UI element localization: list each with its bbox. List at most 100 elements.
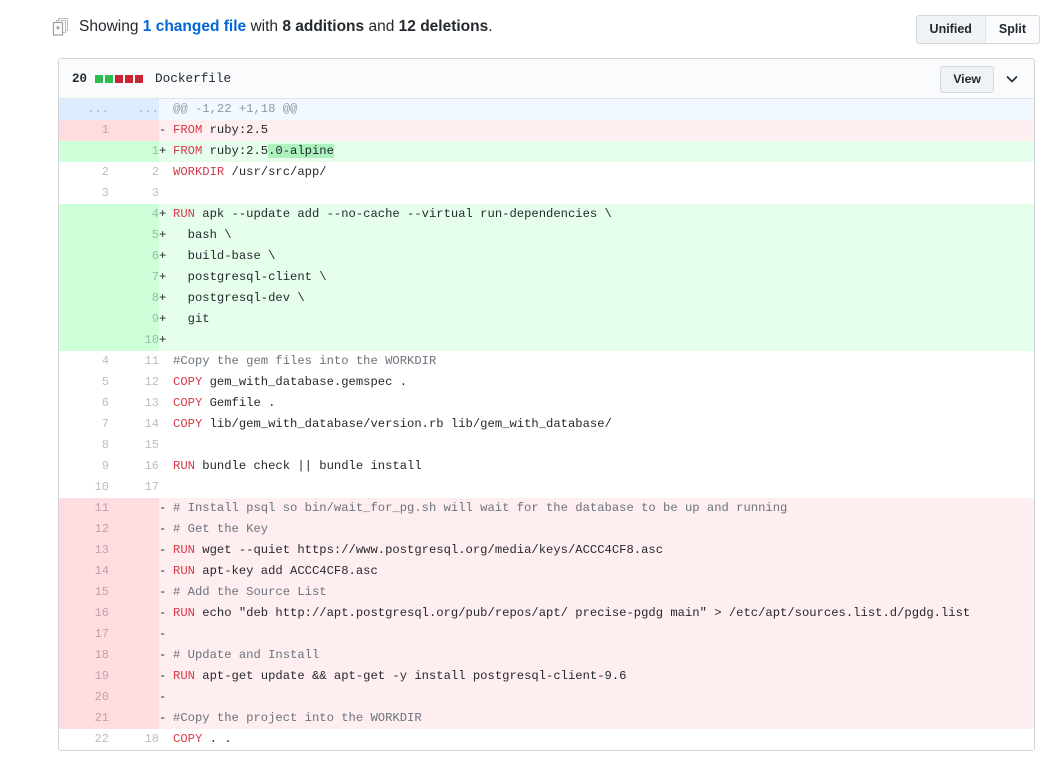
diff-line-number-old[interactable]: 21 [59, 708, 109, 729]
diff-line-content[interactable]: - RUN apt-get update && apt-get -y instal… [159, 666, 1034, 687]
diff-line-number-new[interactable]: 18 [109, 729, 159, 750]
diff-line-number-old[interactable] [59, 309, 109, 330]
diff-line-number-new[interactable]: 2 [109, 162, 159, 183]
diff-line-number-old[interactable]: 16 [59, 603, 109, 624]
diff-line-content[interactable]: - #Copy the project into the WORKDIR [159, 708, 1034, 729]
diff-line-number-old[interactable] [59, 225, 109, 246]
diff-view-mode-toggle[interactable]: Unified Split [915, 15, 1040, 44]
diff-line-number-old[interactable] [59, 204, 109, 225]
diff-line-content[interactable]: COPY gem_with_database.gemspec . [159, 372, 1034, 393]
diff-line-number-new[interactable] [109, 120, 159, 141]
diff-line-number-new[interactable]: 5 [109, 225, 159, 246]
diff-line-content[interactable]: + bash \ [159, 225, 1034, 246]
diff-line-number-new[interactable]: 17 [109, 477, 159, 498]
diff-line-number-old[interactable]: 12 [59, 519, 109, 540]
diff-line-number-new[interactable] [109, 498, 159, 519]
diff-line-content[interactable]: - # Get the Key [159, 519, 1034, 540]
diff-line-number-old[interactable]: 18 [59, 645, 109, 666]
diff-line-number-old[interactable]: 14 [59, 561, 109, 582]
diff-line-number-new[interactable]: 6 [109, 246, 159, 267]
diff-line-number-old[interactable] [59, 330, 109, 351]
diff-line-number-new[interactable]: 14 [109, 414, 159, 435]
diff-line-number-old[interactable]: 22 [59, 729, 109, 750]
diff-line-content[interactable] [159, 183, 1034, 204]
diff-line-content[interactable]: + postgresql-client \ [159, 267, 1034, 288]
diff-line-number-old[interactable]: 13 [59, 540, 109, 561]
diff-line-number-new[interactable]: 4 [109, 204, 159, 225]
diff-line-content[interactable]: - RUN apt-key add ACCC4CF8.asc [159, 561, 1034, 582]
diff-line-number-old[interactable]: 7 [59, 414, 109, 435]
view-mode-split-button[interactable]: Split [984, 16, 1039, 43]
file-path-label[interactable]: Dockerfile [155, 71, 231, 86]
diff-line-number-new[interactable]: 9 [109, 309, 159, 330]
diff-line-content[interactable]: - RUN wget --quiet https://www.postgresql… [159, 540, 1034, 561]
diff-line-content[interactable]: COPY lib/gem_with_database/version.rb li… [159, 414, 1034, 435]
diff-line-number-new[interactable]: 8 [109, 288, 159, 309]
diff-line-content[interactable] [159, 477, 1034, 498]
diff-line-content[interactable] [159, 435, 1034, 456]
diff-line-number-old[interactable]: 9 [59, 456, 109, 477]
diff-line-number-new[interactable] [109, 561, 159, 582]
diff-line-content[interactable]: + build-base \ [159, 246, 1034, 267]
diff-line-content[interactable]: - [159, 624, 1034, 645]
diff-line-number-old[interactable]: 6 [59, 393, 109, 414]
diff-line-number-old[interactable]: 20 [59, 687, 109, 708]
diff-line-number-new[interactable] [109, 603, 159, 624]
diff-line-number-new[interactable] [109, 582, 159, 603]
diff-line-number-new[interactable]: 3 [109, 183, 159, 204]
diff-line-content[interactable]: - FROM ruby:2.5 [159, 120, 1034, 141]
diff-line-number-old[interactable]: 3 [59, 183, 109, 204]
diff-line-content[interactable]: + FROM ruby:2.5.0-alpine [159, 141, 1034, 162]
diff-line-number-new[interactable] [109, 708, 159, 729]
diff-line-content[interactable]: + git [159, 309, 1034, 330]
diff-line-content[interactable]: - # Add the Source List [159, 582, 1034, 603]
diff-line-number-old[interactable]: 4 [59, 351, 109, 372]
diff-line-content[interactable]: - RUN echo "deb http://apt.postgresql.org… [159, 603, 1034, 624]
diff-line-number-old[interactable]: 10 [59, 477, 109, 498]
chevron-down-icon[interactable] [1000, 67, 1024, 91]
diff-line-number-new[interactable]: 15 [109, 435, 159, 456]
diff-line-number-new[interactable] [109, 666, 159, 687]
diff-line-content[interactable]: - [159, 687, 1034, 708]
diff-line-number-new[interactable]: 1 [109, 141, 159, 162]
diff-line-number-old[interactable]: 5 [59, 372, 109, 393]
view-file-button[interactable]: View [940, 65, 994, 93]
diff-line-content[interactable]: @@ -1,22 +1,18 @@ [159, 99, 1034, 120]
diff-line-number-new[interactable] [109, 519, 159, 540]
diff-line-number-old[interactable]: 1 [59, 120, 109, 141]
diff-line-number-old[interactable]: ... [59, 99, 109, 120]
diff-line-number-old[interactable] [59, 141, 109, 162]
diff-line-number-new[interactable]: 11 [109, 351, 159, 372]
diff-line-number-old[interactable]: 15 [59, 582, 109, 603]
diff-line-number-new[interactable]: 12 [109, 372, 159, 393]
diff-line-number-old[interactable]: 19 [59, 666, 109, 687]
diff-line-number-new[interactable]: 13 [109, 393, 159, 414]
diff-line-content[interactable]: COPY Gemfile . [159, 393, 1034, 414]
diff-line-number-new[interactable]: ... [109, 99, 159, 120]
diff-line-content[interactable]: WORKDIR /usr/src/app/ [159, 162, 1034, 183]
diff-line-number-new[interactable]: 16 [109, 456, 159, 477]
diff-line-number-old[interactable] [59, 246, 109, 267]
diff-line-number-new[interactable]: 7 [109, 267, 159, 288]
diff-line-number-old[interactable]: 2 [59, 162, 109, 183]
diff-line-number-new[interactable] [109, 624, 159, 645]
diff-line-number-new[interactable]: 10 [109, 330, 159, 351]
diff-line-content[interactable]: + RUN apk --update add --no-cache --virtu… [159, 204, 1034, 225]
diff-line-number-old[interactable]: 17 [59, 624, 109, 645]
diff-line-number-new[interactable] [109, 687, 159, 708]
view-mode-unified-button[interactable]: Unified [916, 16, 985, 43]
diff-line-number-old[interactable]: 11 [59, 498, 109, 519]
diff-line-content[interactable]: - # Install psql so bin/wait_for_pg.sh wi… [159, 498, 1034, 519]
diff-line-content[interactable]: + postgresql-dev \ [159, 288, 1034, 309]
diff-line-content[interactable]: - # Update and Install [159, 645, 1034, 666]
changed-files-link[interactable]: 1 changed file [143, 18, 246, 35]
diff-line-content[interactable]: + [159, 330, 1034, 351]
diff-line-content[interactable]: #Copy the gem files into the WORKDIR [159, 351, 1034, 372]
diff-line-content[interactable]: RUN bundle check || bundle install [159, 456, 1034, 477]
diff-line-number-new[interactable] [109, 645, 159, 666]
diff-line-number-old[interactable]: 8 [59, 435, 109, 456]
diff-line-number-new[interactable] [109, 540, 159, 561]
diff-line-number-old[interactable] [59, 267, 109, 288]
diff-line-content[interactable]: COPY . . [159, 729, 1034, 750]
diff-line-number-old[interactable] [59, 288, 109, 309]
